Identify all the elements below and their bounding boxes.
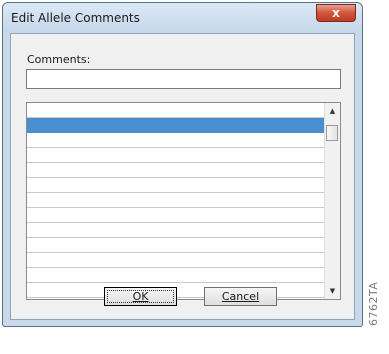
title-bar[interactable]: Edit Allele Comments x bbox=[3, 3, 362, 33]
comments-input[interactable] bbox=[26, 69, 341, 89]
close-icon: x bbox=[332, 6, 340, 20]
focus-rectangle bbox=[107, 290, 174, 303]
scroll-down-icon[interactable]: ▼ bbox=[325, 283, 340, 299]
list-rows bbox=[27, 103, 325, 299]
vertical-scrollbar[interactable]: ▲ ▼ bbox=[324, 103, 340, 299]
ok-button[interactable]: OK bbox=[104, 287, 177, 306]
list-item[interactable] bbox=[27, 103, 325, 118]
list-item[interactable] bbox=[27, 148, 325, 163]
list-item[interactable] bbox=[27, 223, 325, 238]
list-item[interactable] bbox=[27, 163, 325, 178]
close-button[interactable]: x bbox=[316, 4, 356, 22]
list-item[interactable] bbox=[27, 253, 325, 268]
comments-label: Comments: bbox=[27, 53, 91, 66]
list-item[interactable] bbox=[27, 178, 325, 193]
scroll-up-icon[interactable]: ▲ bbox=[325, 103, 340, 119]
scroll-thumb[interactable] bbox=[326, 125, 338, 141]
figure-id-label: 6762TA bbox=[367, 281, 380, 326]
list-item[interactable] bbox=[27, 268, 325, 283]
cancel-button-label: Cancel bbox=[221, 290, 260, 303]
list-item[interactable] bbox=[27, 133, 325, 148]
list-item[interactable] bbox=[27, 208, 325, 223]
comments-listbox[interactable]: ▲ ▼ bbox=[26, 102, 341, 300]
window-title: Edit Allele Comments bbox=[11, 11, 140, 25]
cancel-button[interactable]: Cancel bbox=[204, 287, 277, 306]
list-item-selected[interactable] bbox=[27, 118, 325, 133]
list-item[interactable] bbox=[27, 238, 325, 253]
list-item[interactable] bbox=[27, 193, 325, 208]
